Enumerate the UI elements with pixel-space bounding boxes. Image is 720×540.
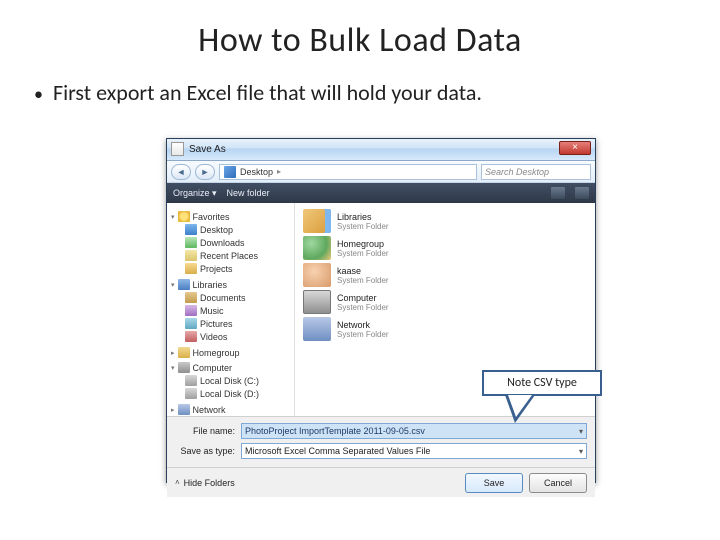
network-label: Network bbox=[193, 405, 226, 415]
computer-label: Computer bbox=[193, 363, 233, 373]
cancel-button[interactable]: Cancel bbox=[529, 473, 587, 493]
breadcrumb[interactable]: Desktop ▸ bbox=[219, 164, 477, 180]
nav-bar: ◄ ► Desktop ▸ Search Desktop bbox=[167, 161, 595, 183]
computer-icon bbox=[178, 362, 190, 373]
computer-icon bbox=[303, 290, 331, 314]
star-icon bbox=[178, 211, 190, 222]
list-item[interactable]: ComputerSystem Folder bbox=[303, 290, 591, 314]
homegroup-label: Homegroup bbox=[193, 348, 240, 358]
search-input[interactable]: Search Desktop bbox=[481, 164, 591, 180]
homegroup-icon bbox=[178, 347, 190, 358]
nav-back-button[interactable]: ◄ bbox=[171, 164, 191, 180]
sidebar-item-music[interactable]: Music bbox=[171, 304, 294, 317]
list-item[interactable]: HomegroupSystem Folder bbox=[303, 236, 591, 260]
help-icon[interactable] bbox=[575, 187, 589, 199]
sidebar-group-libraries[interactable]: ▾ Libraries bbox=[171, 279, 294, 290]
collapse-icon: ▾ bbox=[171, 213, 175, 221]
organize-menu[interactable]: Organize ▾ bbox=[173, 188, 217, 199]
bullet-dot: • bbox=[34, 83, 43, 106]
chevron-down-icon[interactable]: ▾ bbox=[579, 427, 583, 436]
slide-bullet: • First export an Excel file that will h… bbox=[0, 79, 720, 107]
sidebar-item-projects[interactable]: Projects bbox=[171, 262, 294, 275]
save-as-dialog: Save As × ◄ ► Desktop ▸ Search Desktop O… bbox=[166, 138, 596, 483]
sidebar-item-downloads[interactable]: Downloads bbox=[171, 236, 294, 249]
sidebar-item-pictures[interactable]: Pictures bbox=[171, 317, 294, 330]
disk-icon bbox=[185, 375, 197, 386]
libraries-icon bbox=[303, 209, 331, 233]
favorites-label: Favorites bbox=[193, 212, 230, 222]
slide-title: How to Bulk Load Data bbox=[0, 0, 720, 79]
chevron-right-icon: ▸ bbox=[277, 167, 281, 176]
desktop-icon bbox=[224, 166, 236, 178]
user-icon bbox=[303, 263, 331, 287]
libraries-label: Libraries bbox=[193, 280, 228, 290]
close-button[interactable]: × bbox=[559, 141, 591, 155]
recent-icon bbox=[185, 250, 197, 261]
collapse-icon: ▸ bbox=[171, 406, 175, 414]
filename-input[interactable]: PhotoProject ImportTemplate 2011-09-05.c… bbox=[241, 423, 587, 439]
pictures-icon bbox=[185, 318, 197, 329]
callout-note: Note CSV type bbox=[482, 370, 602, 396]
nav-forward-button[interactable]: ► bbox=[195, 164, 215, 180]
view-icon[interactable] bbox=[551, 187, 565, 199]
music-icon bbox=[185, 305, 197, 316]
collapse-icon: ▾ bbox=[171, 281, 175, 289]
sidebar-item-recent[interactable]: Recent Places bbox=[171, 249, 294, 262]
list-item[interactable]: LibrariesSystem Folder bbox=[303, 209, 591, 233]
sidebar-item-desktop[interactable]: Desktop bbox=[171, 223, 294, 236]
callout-tail bbox=[508, 395, 532, 417]
chevron-up-icon: ˄ bbox=[175, 478, 180, 487]
list-item[interactable]: NetworkSystem Folder bbox=[303, 317, 591, 341]
chevron-down-icon[interactable]: ▾ bbox=[579, 447, 583, 456]
homegroup-icon bbox=[303, 236, 331, 260]
sidebar-group-favorites[interactable]: ▾ Favorites bbox=[171, 211, 294, 222]
filename-label: File name: bbox=[175, 426, 235, 436]
libraries-icon bbox=[178, 279, 190, 290]
sidebar-item-documents[interactable]: Documents bbox=[171, 291, 294, 304]
toolbar: Organize ▾ New folder bbox=[167, 183, 595, 203]
breadcrumb-root: Desktop bbox=[240, 167, 273, 177]
content-area: ▾ Favorites Desktop Downloads Recent Pla… bbox=[167, 203, 595, 416]
sidebar: ▾ Favorites Desktop Downloads Recent Pla… bbox=[167, 203, 295, 416]
list-item[interactable]: kaaseSystem Folder bbox=[303, 263, 591, 287]
fields-area: File name: PhotoProject ImportTemplate 2… bbox=[167, 416, 595, 467]
disk-icon bbox=[185, 388, 197, 399]
desktop-icon bbox=[185, 224, 197, 235]
sidebar-item-disk-c[interactable]: Local Disk (C:) bbox=[171, 374, 294, 387]
dialog-footer: ˄ Hide Folders Save Cancel bbox=[167, 467, 595, 497]
network-icon bbox=[178, 404, 190, 415]
bullet-text: First export an Excel file that will hol… bbox=[53, 79, 482, 107]
folder-icon bbox=[185, 263, 197, 274]
type-label: Save as type: bbox=[175, 446, 235, 456]
collapse-icon: ▾ bbox=[171, 364, 175, 372]
type-select[interactable]: Microsoft Excel Comma Separated Values F… bbox=[241, 443, 587, 459]
videos-icon bbox=[185, 331, 197, 342]
collapse-icon: ▸ bbox=[171, 349, 175, 357]
hide-folders-toggle[interactable]: ˄ Hide Folders bbox=[175, 478, 235, 488]
titlebar: Save As × bbox=[167, 139, 595, 161]
sidebar-group-computer[interactable]: ▾ Computer bbox=[171, 362, 294, 373]
main-pane: LibrariesSystem Folder HomegroupSystem F… bbox=[295, 203, 595, 416]
documents-icon bbox=[185, 292, 197, 303]
save-button[interactable]: Save bbox=[465, 473, 523, 493]
document-icon bbox=[171, 142, 184, 156]
dialog-title: Save As bbox=[189, 144, 226, 155]
sidebar-item-videos[interactable]: Videos bbox=[171, 330, 294, 343]
new-folder-button[interactable]: New folder bbox=[227, 188, 270, 198]
sidebar-item-disk-d[interactable]: Local Disk (D:) bbox=[171, 387, 294, 400]
sidebar-group-network[interactable]: ▸ Network bbox=[171, 404, 294, 415]
network-icon bbox=[303, 317, 331, 341]
sidebar-group-homegroup[interactable]: ▸ Homegroup bbox=[171, 347, 294, 358]
downloads-icon bbox=[185, 237, 197, 248]
